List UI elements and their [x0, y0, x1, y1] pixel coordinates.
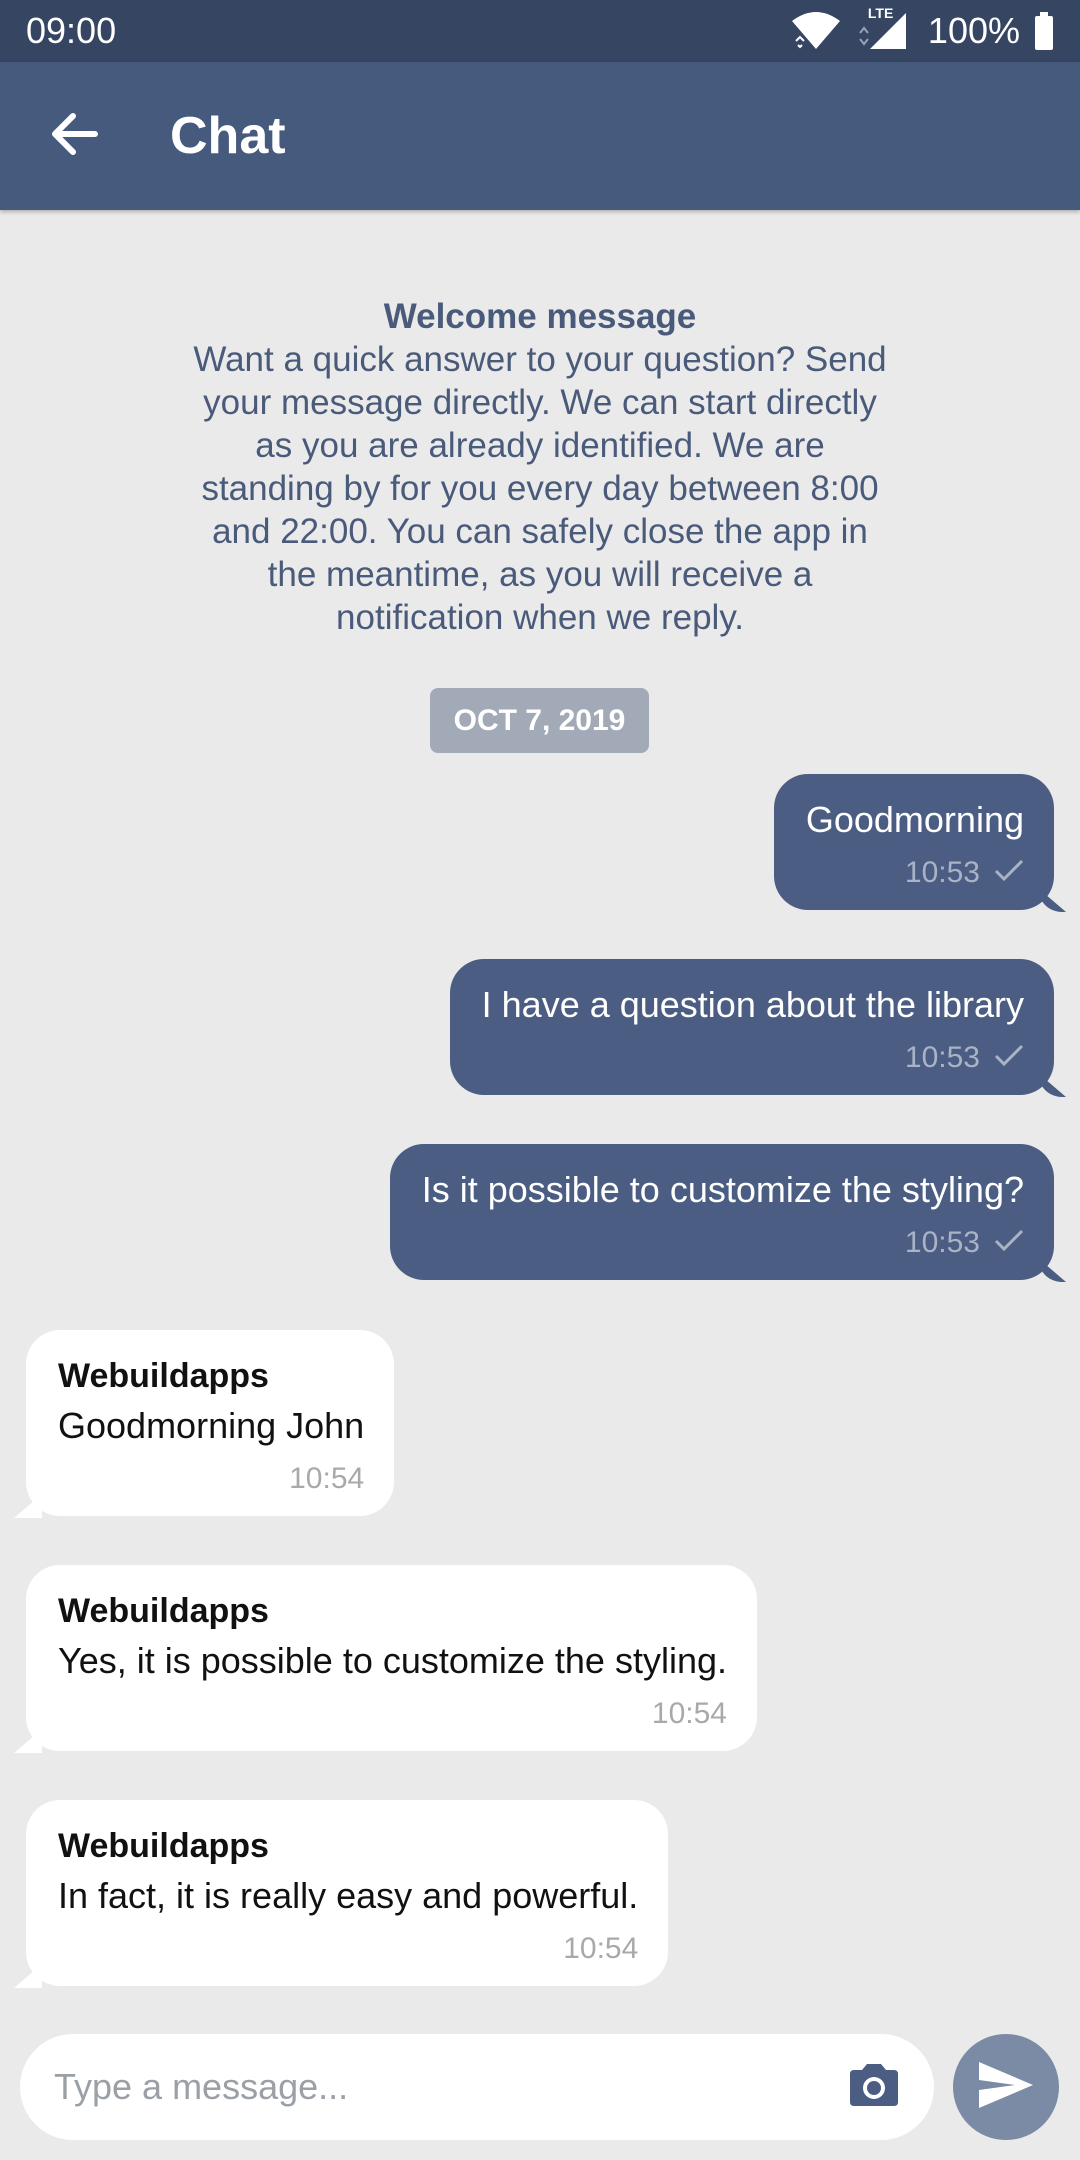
message-time: 10:53 — [904, 856, 980, 889]
battery-level: 100% — [927, 10, 1020, 51]
message-meta: 10:54 — [58, 1462, 364, 1496]
message-time: 10:54 — [563, 1932, 639, 1965]
welcome-title: Welcome message — [383, 297, 697, 336]
message-text: Yes, it is possible to customize the sty… — [58, 1640, 727, 1681]
chat-area[interactable]: Welcome message Want a quick answer to y… — [0, 210, 1080, 2010]
incoming-message[interactable]: Webuildapps Yes, it is possible to custo… — [26, 1565, 757, 1751]
sender-name: Webuildapps — [58, 1357, 269, 1395]
message-text: Goodmorning John — [58, 1405, 365, 1446]
outgoing-message[interactable]: Is it possible to customize the styling?… — [389, 1144, 1054, 1280]
page-title: Chat — [170, 107, 286, 165]
message-meta: 10:54 — [58, 1697, 727, 1731]
incoming-message[interactable]: Webuildapps Goodmorning John 10:54 — [26, 1330, 395, 1516]
check-icon — [994, 1226, 1024, 1260]
sender-name: Webuildapps — [58, 1827, 269, 1865]
check-icon — [994, 1041, 1024, 1075]
camera-button[interactable] — [844, 2057, 904, 2117]
message-time: 10:53 — [904, 1226, 980, 1259]
outgoing-message[interactable]: Goodmorning 10:53 — [773, 774, 1054, 910]
message-text: I have a question about the library — [481, 984, 1024, 1025]
battery-icon — [1034, 12, 1054, 50]
message-meta: 10:53 — [806, 856, 1024, 890]
check-icon — [994, 856, 1024, 890]
welcome-body: Want a quick answer to your question? Se… — [193, 340, 887, 637]
signal-icon: LTE — [856, 5, 908, 51]
camera-icon — [846, 2062, 902, 2113]
send-icon — [977, 2060, 1035, 2115]
network-type: LTE — [867, 5, 894, 21]
message-composer — [20, 2034, 934, 2140]
message-time: 10:54 — [289, 1462, 365, 1495]
message-meta: 10:54 — [58, 1932, 638, 1966]
message-text: In fact, it is really easy and powerful. — [58, 1875, 639, 1916]
incoming-message[interactable]: Webuildapps In fact, it is really easy a… — [26, 1800, 669, 1986]
status-time: 09:00 — [26, 10, 117, 51]
back-button[interactable] — [14, 62, 134, 210]
message-time: 10:54 — [651, 1697, 727, 1730]
message-time: 10:53 — [904, 1041, 980, 1074]
status-icons: LTE 100% — [790, 5, 1054, 52]
message-text: Goodmorning — [805, 799, 1024, 840]
wifi-icon — [790, 11, 842, 51]
status-bar: 09:00 LTE 100% — [0, 0, 1080, 62]
send-button[interactable] — [953, 2034, 1059, 2140]
outgoing-message[interactable]: I have a question about the library 10:5… — [449, 959, 1054, 1095]
message-text: Is it possible to customize the styling? — [421, 1169, 1024, 1210]
message-input[interactable] — [54, 2066, 814, 2108]
date-separator: OCT 7, 2019 — [430, 688, 649, 753]
welcome-message: Welcome message Want a quick answer to y… — [190, 295, 890, 639]
message-meta: 10:53 — [422, 1226, 1024, 1260]
message-meta: 10:53 — [482, 1041, 1024, 1075]
sender-name: Webuildapps — [58, 1592, 269, 1630]
app-bar: Chat — [0, 62, 1080, 210]
arrow-left-icon — [49, 112, 99, 161]
